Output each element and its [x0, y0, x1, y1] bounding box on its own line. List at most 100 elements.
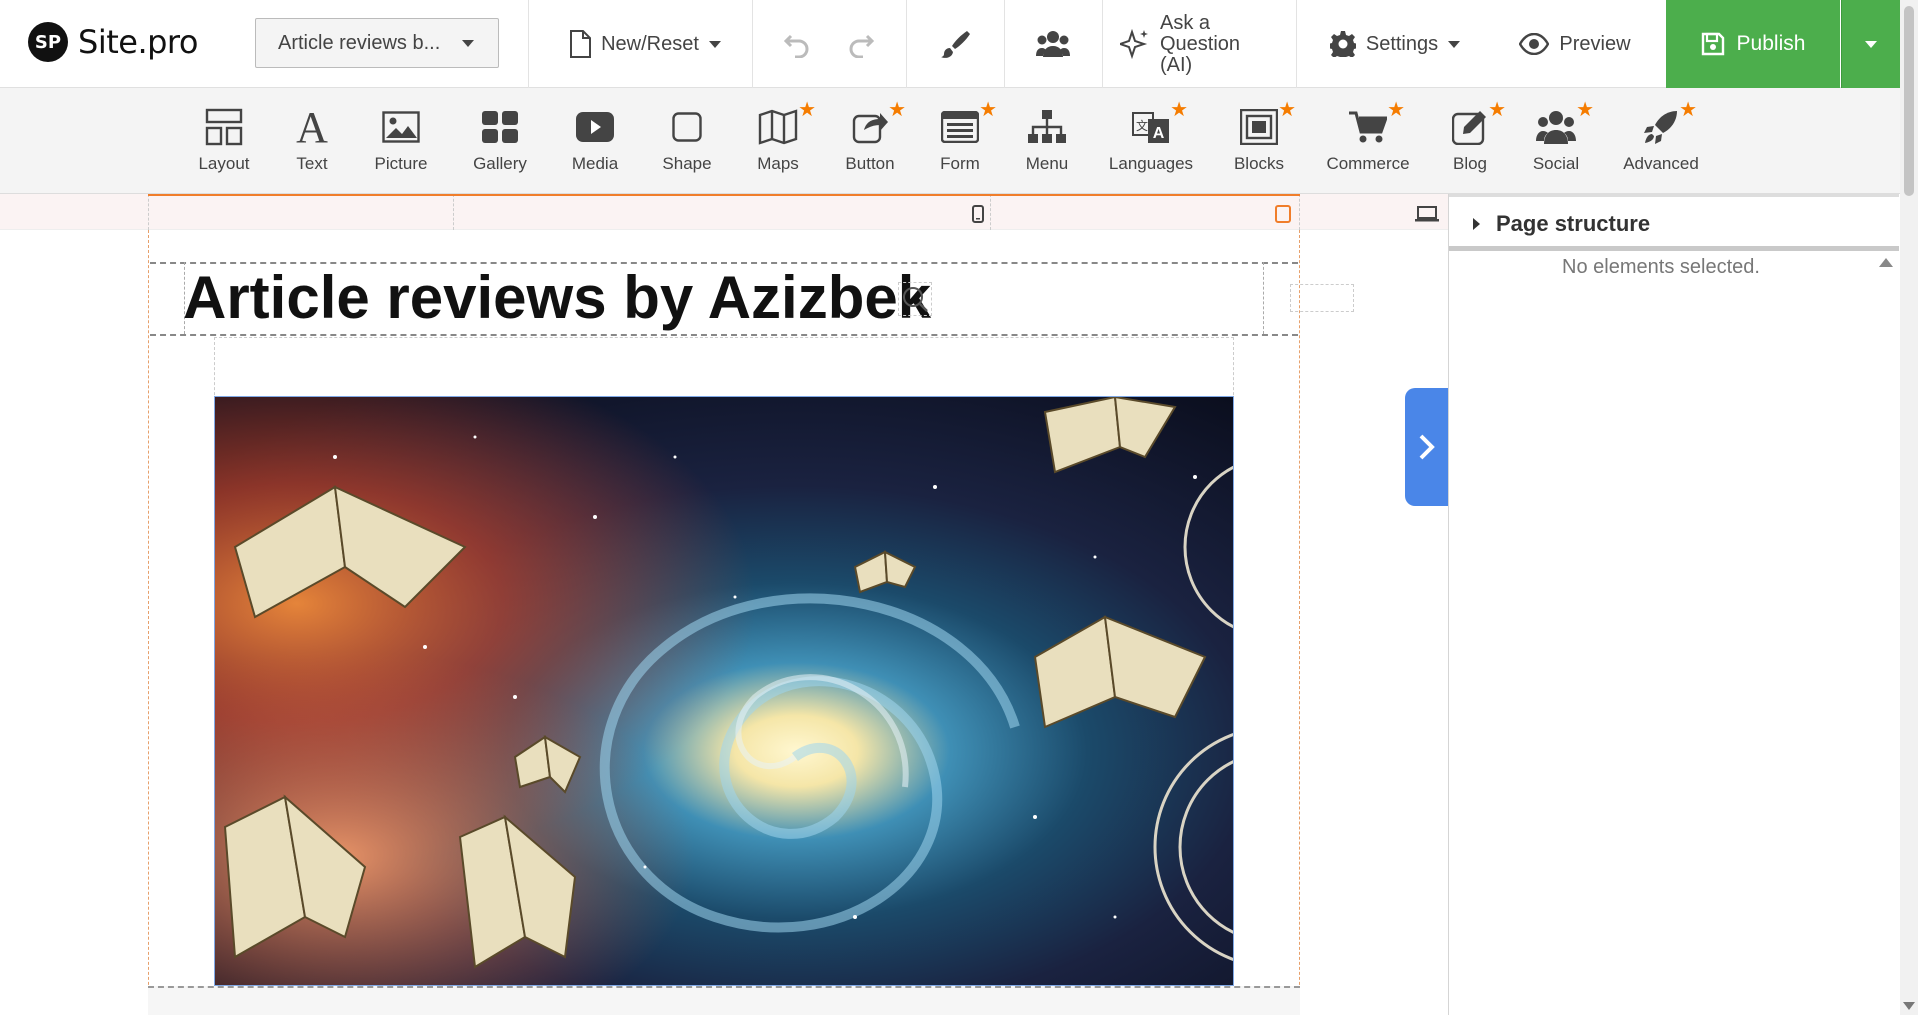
picture-icon — [382, 104, 420, 150]
button-icon: ★ — [852, 100, 906, 150]
hero-image[interactable] — [214, 396, 1234, 986]
sidebar-toggle-button[interactable] — [1405, 388, 1449, 506]
tool-menu[interactable]: Menu — [997, 104, 1097, 184]
blocks-icon: ★ — [1240, 100, 1296, 150]
blog-icon: ★ — [1452, 100, 1506, 150]
svg-text:A: A — [296, 108, 328, 146]
tool-advanced[interactable]: ★ Advanced — [1611, 100, 1711, 184]
divider — [752, 0, 753, 88]
scroll-down-arrow[interactable] — [1903, 1002, 1915, 1010]
search-icon — [903, 287, 928, 312]
tool-media[interactable]: Media — [545, 104, 645, 184]
chevron-down-icon — [708, 40, 721, 48]
tool-form[interactable]: ★ Form — [910, 100, 1010, 184]
tool-label: Media — [571, 154, 619, 173]
element-toolbar: Layout A Text Picture Gallery Media Shap… — [0, 88, 1900, 194]
page-title[interactable]: Article reviews by Azizbek — [183, 262, 931, 334]
document-icon — [570, 30, 592, 58]
languages-icon: A文 ★ — [1132, 100, 1188, 150]
tool-gallery[interactable]: Gallery — [450, 104, 550, 184]
chevron-down-icon — [1865, 40, 1877, 48]
tool-label: Social — [1532, 154, 1580, 173]
divider — [1296, 0, 1297, 88]
tool-label: Commerce — [1326, 154, 1410, 173]
map-icon: ★ — [758, 100, 816, 150]
page-scrollbar-thumb[interactable] — [1904, 6, 1914, 196]
social-icon: ★ — [1536, 100, 1594, 150]
tool-label: Picture — [374, 154, 428, 173]
divider — [1102, 0, 1103, 88]
ruler-segment — [148, 194, 149, 230]
ruler-segment — [453, 194, 454, 230]
redo-button[interactable] — [836, 0, 886, 88]
tool-blocks[interactable]: ★ Blocks — [1209, 100, 1309, 184]
ruler-segment — [990, 194, 991, 230]
publish-options-button[interactable] — [1841, 0, 1900, 88]
media-icon — [576, 104, 614, 150]
tool-social[interactable]: ★ Social — [1506, 100, 1606, 184]
panel-scroll-up-arrow[interactable] — [1879, 258, 1893, 267]
tool-shape[interactable]: Shape — [637, 104, 737, 184]
logo[interactable]: SP Site.pro — [28, 22, 198, 62]
tool-label: Blocks — [1233, 154, 1285, 173]
svg-text:文: 文 — [1136, 118, 1148, 133]
gear-icon — [1329, 31, 1356, 57]
new-reset-label: New/Reset — [601, 32, 699, 55]
ruler-segment — [1299, 194, 1300, 230]
tool-button[interactable]: ★ Button — [820, 100, 920, 184]
page-selector[interactable]: Article reviews b... — [255, 18, 499, 68]
settings-button[interactable]: Settings — [1310, 0, 1480, 88]
desktop-icon[interactable] — [1415, 205, 1439, 223]
tool-label: Text — [296, 154, 328, 173]
tool-label: Blog — [1452, 154, 1488, 173]
undo-icon — [783, 34, 809, 58]
tool-languages[interactable]: A文 ★ Languages — [1101, 100, 1201, 184]
device-ruler — [0, 194, 1448, 230]
chevron-right-icon — [1419, 434, 1435, 460]
text-icon: A — [295, 104, 329, 150]
cart-icon: ★ — [1349, 100, 1405, 150]
premium-star-icon: ★ — [1488, 99, 1506, 121]
tool-label: Shape — [662, 154, 712, 173]
preview-button[interactable]: Preview — [1500, 0, 1650, 88]
premium-star-icon: ★ — [1387, 99, 1405, 121]
ask-ai-button[interactable]: Ask a Question (AI) — [1120, 0, 1270, 88]
new-reset-button[interactable]: New/Reset — [545, 0, 745, 88]
empty-widget-placeholder[interactable] — [1290, 284, 1354, 312]
tool-blog[interactable]: ★ Blog — [1420, 100, 1520, 184]
gallery-icon — [482, 104, 518, 150]
premium-star-icon: ★ — [1170, 99, 1188, 121]
tool-label: Gallery — [473, 154, 527, 173]
mobile-icon[interactable] — [972, 205, 984, 223]
premium-star-icon: ★ — [888, 99, 906, 121]
publish-button[interactable]: Publish — [1666, 0, 1840, 88]
preview-label: Preview — [1559, 32, 1631, 55]
tool-text[interactable]: A Text — [262, 104, 362, 184]
tool-commerce[interactable]: ★ Commerce — [1318, 100, 1418, 184]
premium-star-icon: ★ — [979, 99, 997, 121]
tool-layout[interactable]: Layout — [174, 104, 274, 184]
users-button[interactable] — [1005, 0, 1101, 88]
tool-picture[interactable]: Picture — [351, 104, 451, 184]
premium-star-icon: ★ — [1679, 99, 1697, 121]
expand-triangle-icon — [1473, 217, 1480, 230]
shape-icon — [672, 104, 702, 150]
logo-mark: SP — [28, 22, 68, 62]
ask-ai-label: Ask a Question (AI) — [1160, 11, 1241, 76]
tablet-icon[interactable] — [1275, 205, 1291, 223]
settings-label: Settings — [1365, 32, 1439, 55]
page-structure-panel: Page structure No elements selected. — [1448, 194, 1900, 1015]
search-widget[interactable] — [898, 282, 932, 316]
design-button[interactable] — [907, 0, 1003, 88]
tool-label: Languages — [1108, 154, 1194, 173]
panel-divider — [1449, 246, 1899, 251]
undo-button[interactable] — [772, 0, 822, 88]
page-structure-title: Page structure — [1496, 210, 1651, 236]
page-structure-header[interactable]: Page structure — [1449, 194, 1899, 250]
eye-icon — [1519, 33, 1550, 55]
sparkle-icon — [1120, 29, 1148, 59]
tool-label: Layout — [198, 154, 250, 173]
divider — [528, 0, 529, 88]
users-icon — [1036, 31, 1070, 57]
tool-maps[interactable]: ★ Maps — [728, 100, 828, 184]
